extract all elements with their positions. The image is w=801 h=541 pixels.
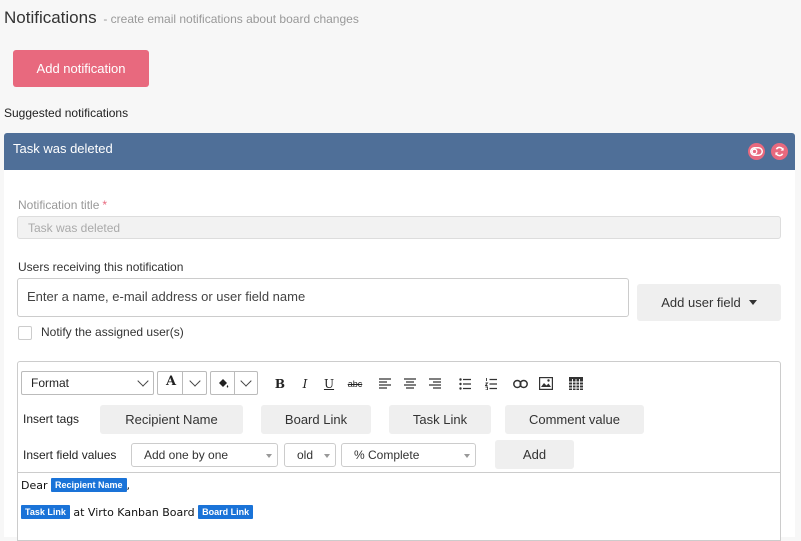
insert-tags-label: Insert tags — [23, 412, 80, 426]
field-mode-select[interactable]: Add one by one — [131, 443, 278, 467]
notification-title-label-text: Notification title — [18, 198, 100, 212]
text-color-icon: A — [166, 374, 177, 389]
recipient-name-chip[interactable]: Recipient Name — [51, 478, 127, 492]
underline-icon[interactable]: U — [324, 377, 334, 391]
suggested-notifications-label: Suggested notifications — [4, 106, 129, 120]
notification-panel-header[interactable]: Task was deleted — [4, 133, 795, 170]
bold-icon[interactable]: B — [275, 377, 285, 391]
caret-down-icon — [266, 454, 272, 458]
users-input[interactable]: Enter a name, e-mail address or user fie… — [17, 278, 629, 317]
bullet-list-icon[interactable] — [459, 378, 471, 390]
toggle-icon[interactable] — [748, 143, 765, 160]
notification-title-label: Notification title * — [18, 198, 107, 212]
align-center-icon[interactable] — [404, 378, 416, 390]
picker-divider — [234, 372, 235, 394]
background-color-picker[interactable] — [210, 371, 258, 395]
add-notification-button[interactable]: Add notification — [13, 50, 149, 87]
task-link-chip[interactable]: Task Link — [21, 505, 70, 519]
required-mark: * — [102, 198, 108, 212]
link-icon[interactable] — [513, 379, 528, 389]
content-text: at Virto Kanban Board — [73, 506, 195, 519]
field-name-select[interactable]: % Complete — [341, 443, 476, 467]
users-label: Users receiving this notification — [18, 260, 184, 274]
page-subtitle: - create email notifications about board… — [103, 12, 359, 26]
editor-content-line-2[interactable]: Task Link at Virto Kanban Board Board Li… — [21, 505, 254, 519]
add-user-field-label: Add user field — [661, 295, 741, 310]
content-text: , — [126, 479, 131, 492]
editor-content-line-1[interactable]: Dear Recipient Name, — [21, 478, 130, 492]
caret-down-icon — [748, 300, 757, 305]
notify-assigned-label: Notify the assigned user(s) — [41, 325, 184, 339]
insert-field-values-label: Insert field values — [23, 448, 117, 462]
add-user-field-button[interactable]: Add user field — [637, 284, 781, 321]
add-field-value-button[interactable]: Add — [495, 440, 574, 469]
field-version-value: old — [297, 448, 314, 462]
chevron-down-icon[interactable] — [240, 375, 252, 387]
italic-icon[interactable]: I — [300, 377, 310, 391]
picker-divider — [182, 372, 183, 394]
page-title: Notifications - create email notificatio… — [4, 8, 359, 28]
image-icon[interactable] — [539, 377, 553, 390]
tag-task-link-button[interactable]: Task Link — [389, 405, 491, 434]
tag-recipient-name-button[interactable]: Recipient Name — [100, 405, 243, 434]
caret-down-icon — [464, 454, 470, 458]
caret-down-icon — [324, 454, 330, 458]
field-version-select[interactable]: old — [284, 443, 336, 467]
field-name-value: % Complete — [354, 448, 420, 462]
notification-title-input[interactable]: Task was deleted — [17, 216, 781, 239]
format-select-value: Format — [31, 376, 70, 390]
numbered-list-icon[interactable] — [485, 378, 497, 390]
page-title-text: Notifications — [4, 8, 97, 27]
table-icon[interactable] — [569, 377, 583, 390]
board-link-chip[interactable]: Board Link — [198, 505, 254, 519]
align-right-icon[interactable] — [429, 378, 441, 390]
field-mode-value: Add one by one — [144, 448, 229, 462]
panel-title: Task was deleted — [13, 141, 113, 156]
chevron-down-icon[interactable] — [189, 375, 201, 387]
strikethrough-icon[interactable]: abc — [347, 377, 363, 391]
align-left-icon[interactable] — [379, 378, 391, 390]
tag-board-link-button[interactable]: Board Link — [261, 405, 371, 434]
tag-comment-value-button[interactable]: Comment value — [505, 405, 644, 434]
editor-divider — [18, 472, 780, 473]
content-text: Dear — [21, 479, 48, 492]
fill-color-icon — [219, 379, 229, 388]
chevron-down-icon — [137, 375, 149, 387]
format-select[interactable]: Format — [21, 371, 154, 395]
text-color-picker[interactable]: A — [157, 371, 207, 395]
notify-assigned-checkbox[interactable] — [18, 326, 32, 340]
refresh-icon[interactable] — [771, 143, 788, 160]
